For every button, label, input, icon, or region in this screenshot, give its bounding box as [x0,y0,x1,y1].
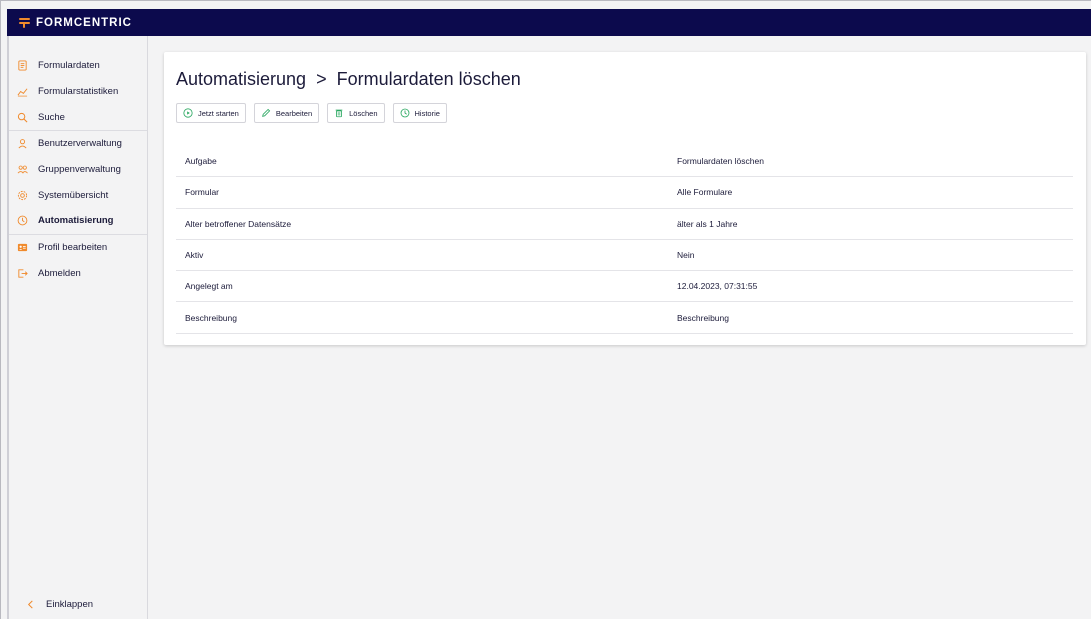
detail-value: Alle Formulare [677,187,733,198]
sidebar-item-profil-bearbeiten[interactable]: Profil bearbeiten [9,235,147,261]
detail-value: älter als 1 Jahre [677,218,738,229]
app-window: FORMCENTRIC Formulardaten Formularstatis… [0,0,1091,619]
history-button[interactable]: Historie [392,103,447,123]
detail-value: Nein [677,250,695,261]
top-bar: FORMCENTRIC [7,9,1091,36]
play-icon [183,108,193,118]
table-row: Formular Alle Formulare [176,177,1073,209]
sidebar-item-systemuebersicht[interactable]: Systemübersicht [9,182,147,208]
sidebar-item-formulardaten[interactable]: Formulardaten [9,53,147,79]
details-table: Aufgabe Formulardaten löschen Formular A… [176,146,1073,334]
delete-button[interactable]: Löschen [327,103,385,123]
clock-icon [400,108,410,118]
nav-group-forms: Formulardaten Formularstatistiken Suche [9,53,147,130]
sidebar-item-label: Suche [38,111,65,123]
table-row: Aktiv Nein [176,240,1073,272]
id-card-icon [17,242,28,253]
sidebar-item-label: Formulardaten [38,60,100,72]
sidebar-item-label: Abmelden [38,267,81,279]
history-label: Historie [414,108,440,118]
detail-value: 12.04.2023, 07:31:55 [677,281,758,292]
table-row: Aufgabe Formulardaten löschen [176,146,1073,178]
sidebar-item-benutzerverwaltung[interactable]: Benutzerverwaltung [9,131,147,157]
detail-value: Beschreibung [677,312,729,323]
brand-name: FORMCENTRIC [36,16,132,29]
delete-label: Löschen [349,108,378,118]
table-row: Alter betroffener Datensätze älter als 1… [176,209,1073,240]
sidebar: Formulardaten Formularstatistiken Suche [9,36,148,619]
page-title: Automatisierung > Formulardaten löschen [176,69,521,90]
breadcrumb-separator: > [316,69,327,89]
sidebar-item-formularstatistiken[interactable]: Formularstatistiken [9,79,147,105]
sidebar-item-label: Benutzerverwaltung [38,138,122,150]
logout-icon [17,268,28,279]
sidebar-item-abmelden[interactable]: Abmelden [9,261,147,287]
sidebar-item-label: Profil bearbeiten [38,242,108,254]
detail-key: Beschreibung [185,312,237,323]
action-toolbar: Jetzt starten Bearbeiten Löschen Histori… [176,103,447,123]
document-icon [17,60,28,71]
table-row: Angelegt am 12.04.2023, 07:31:55 [176,271,1073,303]
detail-key: Aktiv [185,250,204,261]
sidebar-item-gruppenverwaltung[interactable]: Gruppenverwaltung [9,157,147,183]
detail-key: Aufgabe [185,156,217,167]
users-icon [17,164,28,175]
sidebar-item-label: Systemübersicht [38,189,109,201]
brand-logo[interactable]: FORMCENTRIC [19,17,132,29]
pencil-icon [261,108,271,118]
collapse-label: Einklappen [46,599,94,610]
sidebar-item-automatisierung[interactable]: Automatisierung [9,208,147,234]
breadcrumb-parent[interactable]: Automatisierung [176,69,306,89]
nav-group-account: Profil bearbeiten Abmelden [9,235,147,286]
sidebar-item-label: Gruppenverwaltung [38,164,121,176]
clock-icon [17,215,28,226]
collapse-sidebar-button[interactable]: Einklappen [17,599,93,610]
trash-icon [334,108,344,118]
detail-value: Formulardaten löschen [677,156,764,167]
edit-button[interactable]: Bearbeiten [253,103,320,123]
formcentric-logo-icon [19,17,30,28]
start-now-button[interactable]: Jetzt starten [176,103,246,123]
user-icon [17,138,28,149]
edit-label: Bearbeiten [275,108,313,118]
breadcrumb-current: Formulardaten löschen [336,69,521,89]
detail-key: Alter betroffener Datensätze [185,218,292,229]
table-row: Beschreibung Beschreibung [176,302,1073,334]
sidebar-item-suche[interactable]: Suche [9,104,147,130]
sidebar-item-label: Automatisierung [38,215,114,227]
gear-icon [17,190,28,201]
detail-key: Formular [185,187,220,198]
search-icon [17,112,28,123]
sidebar-item-label: Formularstatistiken [38,86,119,98]
chevron-left-icon [25,599,36,610]
start-now-label: Jetzt starten [198,108,239,118]
nav-group-admin: Benutzerverwaltung Gruppenverwaltung Sys… [9,131,147,234]
detail-key: Angelegt am [185,281,233,292]
chart-line-icon [17,86,28,97]
automation-detail-card: Automatisierung > Formulardaten löschen … [164,52,1086,345]
